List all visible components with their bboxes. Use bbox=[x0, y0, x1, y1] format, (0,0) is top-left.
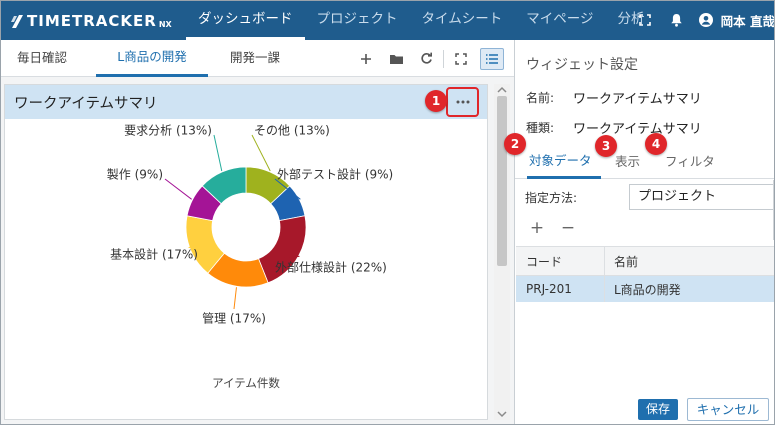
type-value: ワークアイテムサマリ bbox=[573, 122, 702, 137]
refresh-icon[interactable] bbox=[411, 40, 441, 77]
scroll-up-icon[interactable] bbox=[497, 86, 507, 94]
cancel-button[interactable]: キャンセル bbox=[687, 398, 769, 421]
main-nav: ダッシュボード プロジェクト タイムシート マイページ 分析 bbox=[186, 0, 656, 40]
leader-line-6 bbox=[213, 134, 223, 172]
widget-header: ワークアイテムサマリ bbox=[5, 85, 487, 119]
tab-toolbar bbox=[351, 40, 504, 77]
nav-dashboard[interactable]: ダッシュボード bbox=[186, 0, 305, 40]
leader-line-3 bbox=[233, 287, 237, 310]
panel-title: ウィジェット設定 bbox=[526, 57, 638, 73]
dashboard-tabs: 毎日確認 L商品の開発 開発一課 bbox=[0, 40, 514, 77]
donut-chart: その他 (13%) 外部テスト設計 (9%) 外部仕様設計 (22%) 管理 (17%… bbox=[107, 124, 393, 391]
slice-label-4: 基本設計 (17%) bbox=[110, 247, 198, 262]
callout-badge-1: 1 bbox=[425, 90, 447, 112]
callout-badge-3: 3 bbox=[595, 135, 617, 157]
method-label: 指定方法: bbox=[525, 191, 578, 205]
fullscreen-icon[interactable] bbox=[446, 40, 476, 77]
add-row-button[interactable]: + bbox=[527, 218, 547, 238]
ellipsis-icon[interactable] bbox=[450, 90, 476, 114]
chart-axis-label: アイテム件数 bbox=[212, 376, 280, 390]
settings-tabs: 対象データ 表示 フィルタ bbox=[515, 147, 775, 179]
cell-code: PRJ-201 bbox=[526, 282, 572, 296]
folder-icon[interactable] bbox=[381, 40, 411, 77]
user-menu[interactable]: 岡本 直哉 bbox=[698, 11, 775, 30]
leader-line-5 bbox=[164, 178, 192, 200]
column-divider bbox=[604, 247, 605, 275]
logo-icon bbox=[11, 15, 23, 28]
app-logo[interactable]: TIMETRACKER NX bbox=[10, 11, 172, 31]
logo-suffix: NX bbox=[158, 19, 172, 29]
slice-label-5: 製作 (9%) bbox=[107, 168, 163, 182]
slice-label-0: その他 (13%) bbox=[254, 124, 330, 138]
nav-mypage[interactable]: マイページ bbox=[514, 0, 605, 40]
tab-target-data[interactable]: 対象データ bbox=[527, 147, 601, 179]
slice-label-6: 要求分析 (13%) bbox=[124, 124, 212, 138]
grid-header: コード 名前 bbox=[516, 246, 775, 276]
tab-filter[interactable]: フィルタ bbox=[665, 147, 715, 179]
widget-title: ワークアイテムサマリ bbox=[14, 96, 158, 112]
name-value: ワークアイテムサマリ bbox=[573, 92, 702, 107]
user-name: 岡本 直哉 bbox=[720, 13, 775, 29]
callout-badge-2: 2 bbox=[504, 133, 526, 155]
bell-icon[interactable] bbox=[661, 0, 693, 40]
plus-icon[interactable] bbox=[351, 40, 381, 77]
name-label: 名前: bbox=[526, 91, 555, 105]
slice-label-1: 外部テスト設計 (9%) bbox=[277, 167, 393, 182]
scroll-down-icon[interactable] bbox=[497, 410, 507, 418]
top-icons: 岡本 直哉 bbox=[629, 0, 775, 40]
remove-row-button[interactable]: − bbox=[558, 218, 578, 238]
list-icon[interactable] bbox=[480, 47, 504, 70]
tab-dev-section-1[interactable]: 開発一課 bbox=[222, 40, 288, 77]
nav-projects[interactable]: プロジェクト bbox=[305, 0, 410, 40]
save-button[interactable]: 保存 bbox=[638, 399, 678, 420]
user-icon bbox=[698, 13, 713, 27]
slice-label-3: 管理 (17%) bbox=[202, 311, 266, 326]
nav-timesheet[interactable]: タイムシート bbox=[410, 0, 515, 40]
table-row[interactable]: PRJ-201 L商品の開発 bbox=[516, 276, 775, 302]
column-header-code[interactable]: コード bbox=[526, 247, 562, 275]
widget-settings-panel: ウィジェット設定 名前: ワークアイテムサマリ 種類: ワークアイテムサマリ 対… bbox=[514, 40, 775, 425]
method-select[interactable]: プロジェクト bbox=[629, 184, 775, 210]
slice-label-2: 外部仕様設計 (22%) bbox=[275, 260, 387, 275]
tab-daily-check[interactable]: 毎日確認 bbox=[10, 40, 74, 77]
cell-name: L商品の開発 bbox=[614, 282, 681, 297]
callout-badge-4: 4 bbox=[645, 133, 667, 155]
fullscreen-icon[interactable] bbox=[629, 0, 661, 40]
tab-display[interactable]: 表示 bbox=[615, 147, 640, 179]
type-label: 種類: bbox=[526, 121, 555, 135]
tab-l-product-dev[interactable]: L商品の開発 bbox=[96, 40, 208, 77]
column-header-name[interactable]: 名前 bbox=[614, 247, 638, 275]
scrollbar-thumb[interactable] bbox=[497, 96, 507, 266]
top-bar: TIMETRACKER NX ダッシュボード プロジェクト タイムシート マイペ… bbox=[0, 0, 775, 40]
logo-text: TIMETRACKER bbox=[27, 12, 157, 30]
widget-card: ワークアイテムサマリ その他 (13%) 外部テスト設計 (9%) 外部仕様設計 (… bbox=[4, 84, 488, 420]
column-divider bbox=[604, 276, 605, 302]
leader-line-0 bbox=[251, 134, 271, 172]
toolbar-divider bbox=[443, 49, 444, 68]
